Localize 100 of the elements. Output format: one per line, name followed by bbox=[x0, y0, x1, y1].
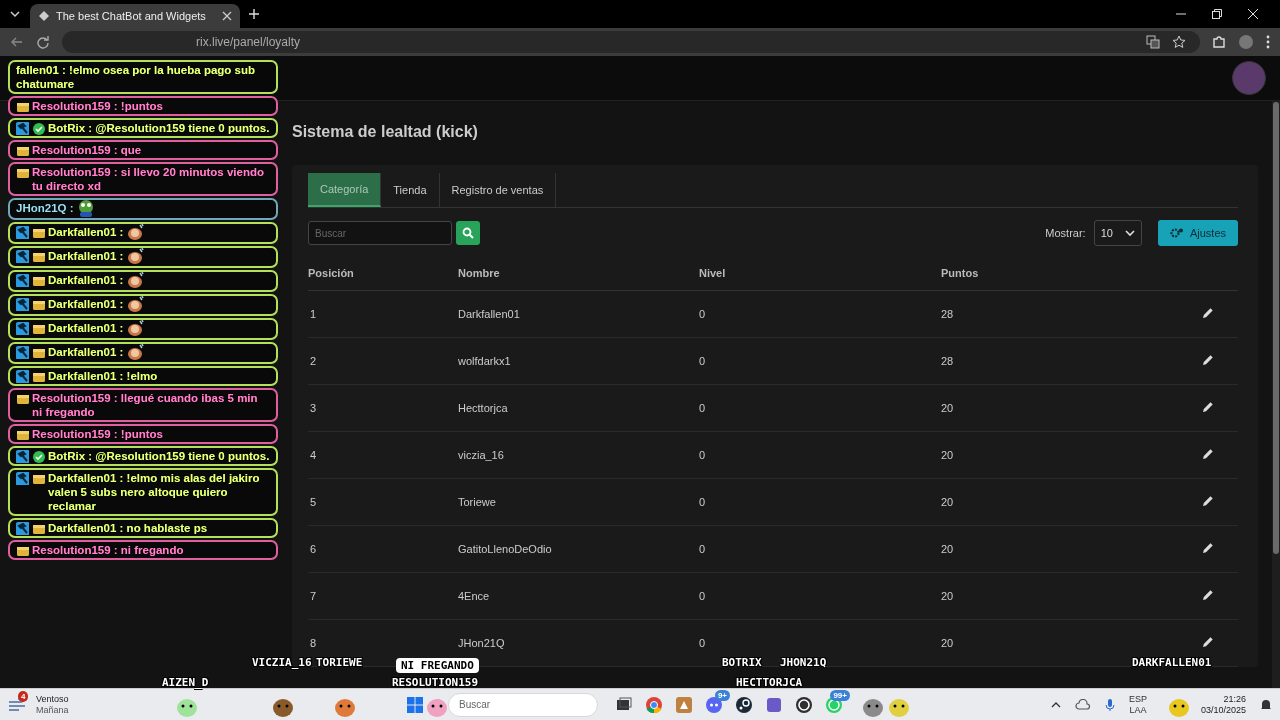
pet-name: TORIEWE bbox=[316, 656, 363, 669]
chat-message-text: JHon21Q : bbox=[16, 201, 74, 215]
page-size-select[interactable]: 10 bbox=[1093, 220, 1142, 246]
pet-name: DARKFALLEN01 bbox=[1132, 656, 1212, 669]
edit-button[interactable] bbox=[1201, 542, 1215, 556]
close-icon[interactable] bbox=[1248, 9, 1258, 19]
game-icon[interactable] bbox=[674, 694, 694, 715]
chrome-icon[interactable] bbox=[644, 694, 664, 715]
translate-icon[interactable] bbox=[1146, 35, 1160, 49]
table-cell-text: 20 bbox=[941, 590, 955, 602]
sub-badge-icon bbox=[32, 322, 45, 335]
site-icon bbox=[38, 10, 50, 22]
notification-badge: 9+ bbox=[714, 689, 730, 701]
start-icon[interactable] bbox=[406, 695, 424, 714]
table-cell-text: 0 bbox=[699, 496, 707, 508]
column-header: Nivel bbox=[699, 267, 727, 279]
chat-message-text: Darkfallen01 : no hablaste ps bbox=[48, 521, 208, 535]
bell-icon[interactable] bbox=[1260, 697, 1272, 712]
table-cell-text: viczia_16 bbox=[458, 449, 505, 461]
pet-name: VICZIA_16 bbox=[252, 656, 312, 669]
hammer-icon bbox=[16, 122, 29, 135]
puzzle-icon[interactable] bbox=[1212, 35, 1226, 49]
close-icon[interactable] bbox=[222, 11, 232, 21]
weather-widget[interactable]: 4 Ventoso Mañana bbox=[8, 689, 398, 720]
edit-button[interactable] bbox=[1201, 401, 1215, 415]
back-icon[interactable] bbox=[10, 35, 24, 49]
table-cell-text: 4Ence bbox=[458, 590, 491, 602]
tab-title: The best ChatBot and Widgets bbox=[56, 10, 206, 22]
pet-name: AIZEN_D bbox=[162, 676, 209, 689]
tab[interactable]: Registro de ventas bbox=[439, 173, 557, 207]
sub-badge-icon bbox=[16, 544, 29, 557]
tab[interactable]: Categoría bbox=[308, 173, 382, 207]
sub-badge-icon bbox=[32, 522, 45, 535]
hammer-icon bbox=[16, 450, 29, 463]
table-cell-text: 4 bbox=[309, 449, 318, 461]
edit-button[interactable] bbox=[1201, 307, 1215, 321]
table-cell-text: 0 bbox=[699, 402, 707, 414]
tab[interactable]: Tienda bbox=[381, 173, 440, 207]
new-tab-icon[interactable] bbox=[248, 8, 260, 20]
sub-badge-icon bbox=[32, 370, 45, 383]
table-cell-text: 1 bbox=[309, 308, 318, 320]
edit-button[interactable] bbox=[1201, 495, 1215, 509]
obs-icon[interactable] bbox=[794, 694, 814, 715]
cloud-icon[interactable] bbox=[1074, 698, 1091, 711]
restore-icon[interactable] bbox=[1212, 9, 1222, 19]
address-bar[interactable]: rix.live/panel/loyalty bbox=[62, 31, 1200, 53]
table-cell-text: JHon21Q bbox=[458, 637, 506, 649]
microphone-icon[interactable] bbox=[1104, 697, 1115, 712]
language-code: ESP bbox=[1128, 693, 1147, 705]
search-button[interactable] bbox=[456, 221, 480, 245]
sub-badge-icon bbox=[32, 274, 45, 287]
more-icon[interactable] bbox=[1266, 35, 1270, 49]
hammer-icon bbox=[16, 274, 29, 287]
search-icon bbox=[462, 227, 474, 239]
hammer-icon bbox=[16, 226, 29, 239]
pet-name: BOTRIX bbox=[722, 656, 762, 669]
sub-badge-icon bbox=[32, 250, 45, 263]
pencil-icon bbox=[1202, 589, 1214, 601]
sub-badge-icon bbox=[16, 100, 29, 113]
edit-button[interactable] bbox=[1201, 589, 1215, 603]
table-cell-text: Hecttorjca bbox=[458, 402, 509, 414]
page-title: Sistema de lealtad (kick) bbox=[292, 123, 479, 141]
table-cell-text: Toriewe bbox=[458, 496, 497, 508]
chat-message-text: BotRix : @Resolution159 tiene 0 puntos. bbox=[48, 121, 270, 135]
table-cell-text: 3 bbox=[309, 402, 318, 414]
column-header: Puntos bbox=[941, 267, 980, 279]
dog-emote-icon bbox=[126, 343, 145, 361]
table-cell-text: GatitoLlenoDeOdio bbox=[458, 543, 553, 555]
notification-badge: 99+ bbox=[830, 689, 850, 701]
edit-button[interactable] bbox=[1201, 448, 1215, 462]
steam-icon[interactable] bbox=[734, 694, 754, 715]
hammer-icon bbox=[16, 298, 29, 311]
table-cell-text: 2 bbox=[309, 355, 318, 367]
search-field[interactable]: Buscar bbox=[308, 221, 452, 245]
table-cell-text: 6 bbox=[309, 543, 318, 555]
table-cell-text: 28 bbox=[941, 355, 955, 367]
chevron-down-icon bbox=[1124, 228, 1135, 238]
table-cell-text: 20 bbox=[941, 402, 955, 414]
pencil-icon bbox=[1202, 307, 1214, 319]
star-icon[interactable] bbox=[1172, 35, 1186, 49]
reload-icon[interactable] bbox=[36, 35, 50, 49]
sub-badge-icon bbox=[16, 392, 29, 405]
chat-message-text: Resolution159 : que bbox=[32, 143, 142, 157]
browser-tab[interactable]: The best ChatBot and Widgets bbox=[30, 4, 240, 28]
profile-icon[interactable] bbox=[1238, 34, 1254, 50]
edit-button[interactable] bbox=[1201, 354, 1215, 368]
settings-button[interactable]: Ajustes bbox=[1157, 220, 1238, 246]
sub-badge-icon bbox=[32, 226, 45, 239]
chat-message-text: Resolution159 : llegué cuando ibas 5 min ni fregando bbox=[32, 391, 259, 419]
sub-badge-icon bbox=[32, 298, 45, 311]
chat-message-text: Darkfallen01 : !elmo bbox=[48, 369, 158, 383]
sub-badge-icon bbox=[16, 428, 29, 441]
verified-check-icon bbox=[32, 122, 45, 135]
url-text: rix.live/panel/loyalty bbox=[195, 35, 301, 49]
clock[interactable]: 21:26 03/10/2025 bbox=[1200, 693, 1246, 716]
scrollbar[interactable] bbox=[1272, 100, 1280, 688]
pencil-icon bbox=[1202, 354, 1214, 366]
clock-time: 21:26 bbox=[1223, 693, 1246, 705]
language-indicator[interactable]: ESP LAA bbox=[1128, 693, 1147, 716]
edit-button[interactable] bbox=[1201, 636, 1215, 650]
